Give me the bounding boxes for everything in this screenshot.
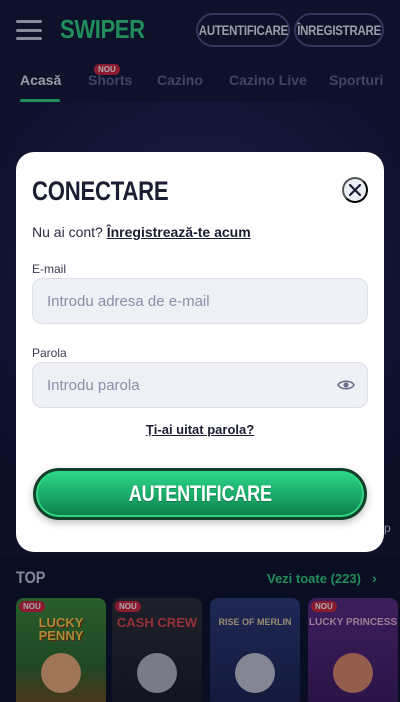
email-field[interactable]: [32, 278, 368, 324]
email-label: E-mail: [32, 262, 67, 276]
close-icon: [349, 184, 361, 196]
close-button[interactable]: [342, 177, 368, 203]
login-submit-label: AUTENTIFICARE: [128, 481, 272, 506]
eye-icon[interactable]: [336, 377, 356, 393]
register-link[interactable]: Înregistrează-te acum: [107, 224, 251, 240]
no-account-line: Nu ai cont? Înregistrează-te acum: [32, 224, 251, 240]
modal-title: CONECTARE: [32, 176, 169, 206]
forgot-password-link[interactable]: Ți-ai uitat parola?: [16, 422, 384, 437]
no-account-text: Nu ai cont?: [32, 224, 103, 240]
login-modal: CONECTARE Nu ai cont? Înregistrează-te a…: [16, 152, 384, 552]
password-field[interactable]: [32, 362, 368, 408]
password-label: Parola: [32, 346, 67, 360]
login-submit-button[interactable]: AUTENTIFICARE: [33, 468, 367, 520]
